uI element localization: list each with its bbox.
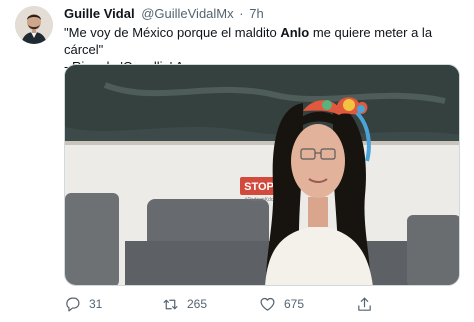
- retweet-count: 265: [187, 297, 208, 311]
- author-avatar[interactable]: [15, 6, 53, 44]
- tweet: Guille Vidal @GuilleVidalMx · 7h "Me voy…: [0, 0, 474, 322]
- stop-sign-subtext: #PedoenKdc: [245, 197, 274, 203]
- tweet-text-part1: "Me voy de México porque el maldito: [64, 25, 281, 40]
- tweet-actions: 31 265 675: [64, 292, 464, 316]
- author-handle[interactable]: @GuilleVidalMx: [141, 6, 233, 21]
- share-icon: [358, 297, 371, 311]
- tweet-header: Guille Vidal @GuilleVidalMx · 7h: [64, 5, 264, 22]
- like-button[interactable]: 675: [259, 292, 304, 316]
- tweet-text-line1: "Me voy de México porque el maldito Anlo…: [64, 24, 464, 58]
- tweet-timestamp[interactable]: 7h: [249, 6, 263, 21]
- reply-button[interactable]: 31: [64, 292, 102, 316]
- heart-icon: [260, 297, 275, 311]
- like-count: 675: [284, 297, 305, 311]
- retweet-button[interactable]: 265: [162, 292, 207, 316]
- header-separator: ·: [239, 6, 244, 21]
- author-name[interactable]: Guille Vidal: [64, 6, 135, 21]
- avatar-image: [15, 6, 53, 44]
- share-button[interactable]: [356, 292, 373, 316]
- retweet-icon: [163, 299, 178, 309]
- reply-icon: [66, 297, 80, 311]
- tweet-text-bold: Anlo: [280, 25, 310, 40]
- tweet-media[interactable]: STOP #PedoenKdc: [64, 64, 460, 286]
- media-image: STOP #PedoenKdc: [65, 65, 459, 285]
- reply-count: 31: [89, 297, 103, 311]
- stop-sign-text: STOP: [244, 181, 274, 193]
